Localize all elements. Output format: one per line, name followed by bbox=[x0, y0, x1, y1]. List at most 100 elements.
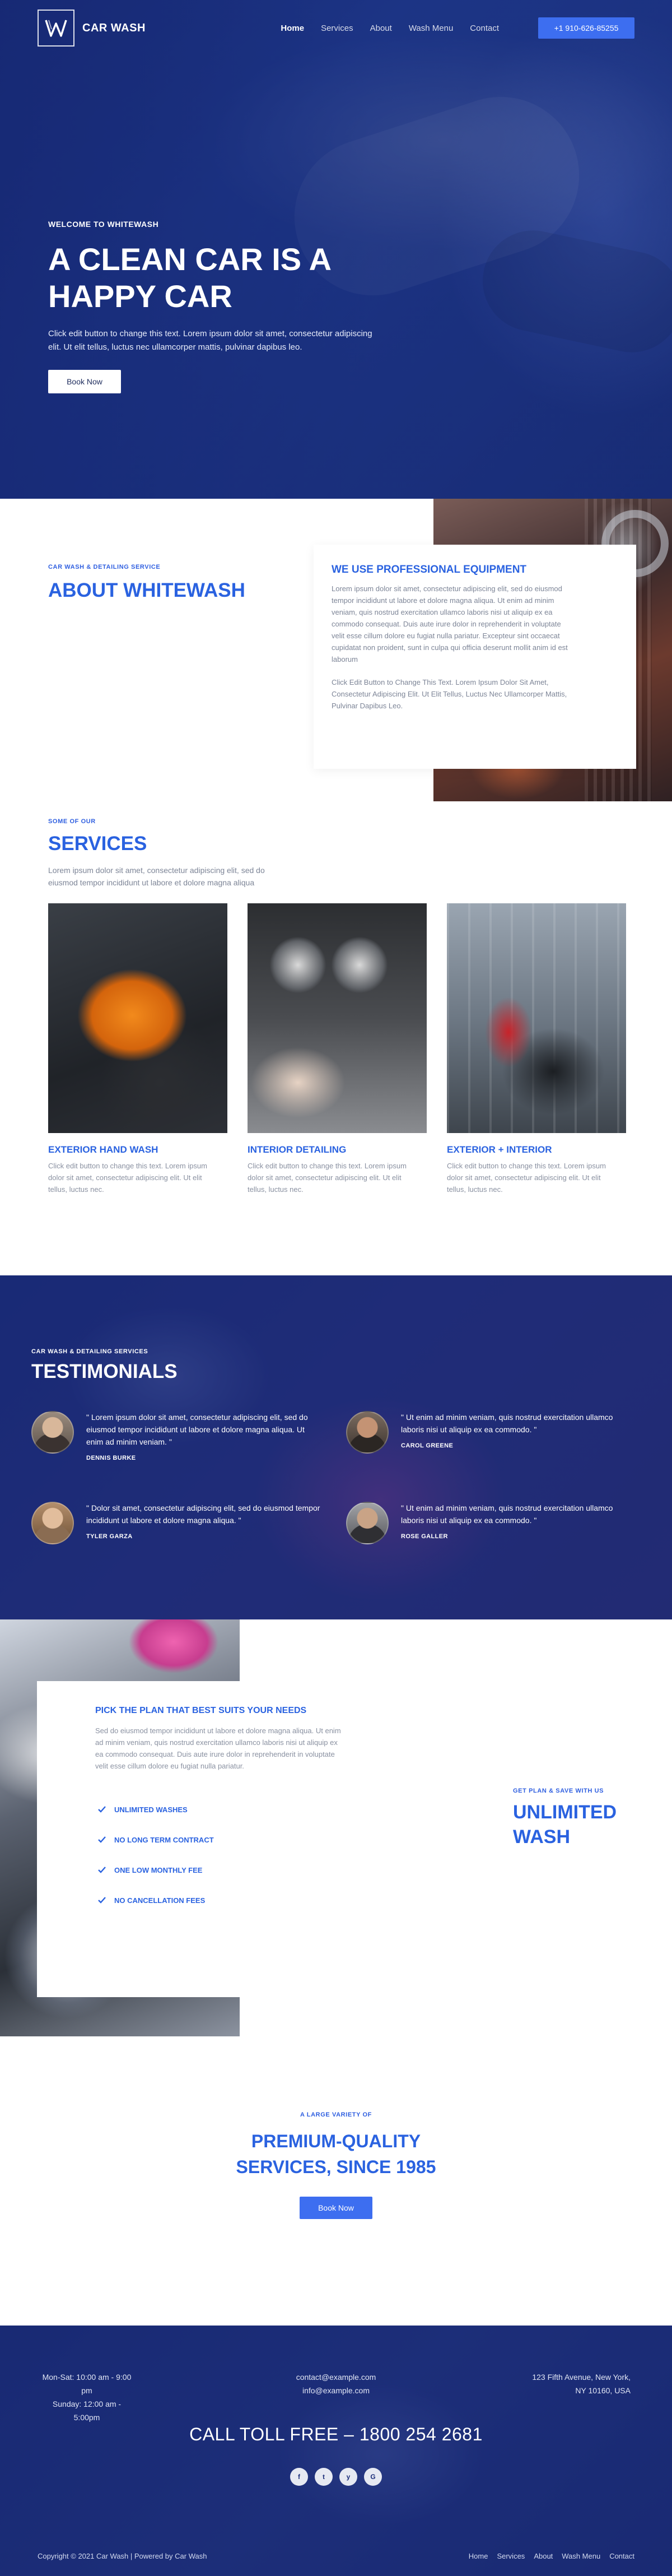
testimonial-body: " Ut enim ad minim veniam, quis nostrud … bbox=[401, 1502, 637, 1544]
premium-section: A LARGE VARIETY OF PREMIUM-QUALITY SERVI… bbox=[0, 2036, 672, 2326]
contact-emails: contact@example.com info@example.com bbox=[284, 2370, 388, 2397]
testimonial-author: CAROL GREENE bbox=[401, 1442, 454, 1449]
services-intro: Lorem ipsum dolor sit amet, consectetur … bbox=[48, 866, 265, 887]
nav-about[interactable]: About bbox=[370, 24, 392, 33]
email-link[interactable]: info@example.com bbox=[284, 2384, 388, 2397]
service-name: EXTERIOR + INTERIOR bbox=[447, 1144, 552, 1155]
testimonial-quote: " Ut enim ad minim veniam, quis nostrud … bbox=[401, 1503, 613, 1525]
plans-section: PICK THE PLAN THAT BEST SUITS YOUR NEEDS… bbox=[0, 1619, 672, 2036]
plan-feature: ONE LOW MONTHLY FEE bbox=[97, 1855, 354, 1885]
w-monogram-logo-icon bbox=[38, 10, 74, 47]
plans-side-title: UNLIMITED WASH bbox=[513, 1802, 617, 1848]
premium-eyebrow: A LARGE VARIETY OF bbox=[300, 2111, 372, 2118]
plan-feature-label: UNLIMITED WASHES bbox=[114, 1805, 188, 1814]
nav-wash-menu[interactable]: Wash Menu bbox=[409, 24, 453, 33]
avatar bbox=[31, 1411, 74, 1454]
footer-nav-contact[interactable]: Contact bbox=[609, 2552, 634, 2560]
about-title: ABOUT WHITEWASH bbox=[48, 579, 245, 601]
address: 123 Fifth Avenue, New York, NY 10160, US… bbox=[515, 2370, 631, 2397]
avatar bbox=[31, 1502, 74, 1544]
avatar bbox=[346, 1411, 389, 1454]
hero-content: WELCOME TO WHITEWASH A CLEAN CAR IS A HA… bbox=[48, 220, 407, 393]
service-name: INTERIOR DETAILING bbox=[248, 1144, 347, 1155]
interior-detailing-photo bbox=[248, 903, 427, 1133]
plan-feature-label: NO CANCELLATION FEES bbox=[114, 1896, 206, 1905]
testimonials-title: TESTIMONIALS bbox=[31, 1361, 178, 1382]
check-icon bbox=[97, 1835, 106, 1844]
address-line: NY 10160, USA bbox=[575, 2386, 631, 2395]
testimonials-heading-block: CAR WASH & DETAILING SERVICES TESTIMONIA… bbox=[31, 1348, 178, 1383]
plan-feature: NO LONG TERM CONTRACT bbox=[97, 1825, 354, 1855]
footer-nav-about[interactable]: About bbox=[534, 2552, 553, 2560]
facebook-icon[interactable]: f bbox=[290, 2468, 308, 2486]
footer-nav: Home Services About Wash Menu Contact bbox=[469, 2552, 634, 2560]
about-paragraph: Lorem ipsum dolor sit amet, consectetur … bbox=[332, 584, 568, 663]
services-title: SERVICES bbox=[48, 833, 147, 855]
social-links: f t y G bbox=[0, 2468, 672, 2486]
main-nav: Home Services About Wash Menu Contact +1… bbox=[281, 17, 634, 39]
check-icon bbox=[97, 1896, 106, 1905]
testimonial-body: " Ut enim ad minim veniam, quis nostrud … bbox=[401, 1411, 637, 1454]
testimonials-eyebrow: CAR WASH & DETAILING SERVICES bbox=[31, 1348, 148, 1355]
twitter-icon[interactable]: t bbox=[315, 2468, 333, 2486]
services-eyebrow: SOME OF OUR bbox=[48, 818, 96, 825]
copyright: Copyright © 2021 Car Wash | Powered by C… bbox=[38, 2552, 207, 2560]
service-description: Click edit button to change this text. L… bbox=[48, 1162, 207, 1194]
service-card[interactable]: INTERIOR DETAILING Click edit button to … bbox=[248, 903, 427, 1195]
plans-text: Sed do eiusmod tempor incididunt ut labo… bbox=[95, 1726, 341, 1770]
service-description: Click edit button to change this text. L… bbox=[248, 1162, 407, 1194]
nav-contact[interactable]: Contact bbox=[470, 24, 499, 33]
footer-overlay bbox=[0, 2326, 672, 2576]
site-logo[interactable]: CAR WASH bbox=[38, 10, 146, 47]
footer-nav-home[interactable]: Home bbox=[469, 2552, 488, 2560]
nav-home[interactable]: Home bbox=[281, 24, 304, 33]
plan-feature: UNLIMITED WASHES bbox=[97, 1794, 354, 1825]
testimonial-author: DENNIS BURKE bbox=[86, 1455, 136, 1461]
service-card[interactable]: EXTERIOR HAND WASH Click edit button to … bbox=[48, 903, 227, 1195]
testimonial-author: ROSE GALLER bbox=[401, 1533, 448, 1540]
testimonial-item: " Ut enim ad minim veniam, quis nostrud … bbox=[346, 1502, 637, 1544]
testimonial-quote: " Lorem ipsum dolor sit amet, consectetu… bbox=[86, 1413, 308, 1446]
service-card[interactable]: EXTERIOR + INTERIOR Click edit button to… bbox=[447, 903, 626, 1195]
phone-button[interactable]: +1 910-626-85255 bbox=[538, 17, 634, 39]
plans-card: PICK THE PLAN THAT BEST SUITS YOUR NEEDS… bbox=[37, 1681, 354, 1997]
about-card-heading: WE USE PROFESSIONAL EQUIPMENT bbox=[332, 564, 527, 575]
hero-section: CAR WASH Home Services About Wash Menu C… bbox=[0, 0, 672, 499]
book-now-button[interactable]: Book Now bbox=[48, 370, 121, 393]
testimonial-body: " Dolor sit amet, consectetur adipiscing… bbox=[86, 1502, 323, 1544]
yelp-icon[interactable]: y bbox=[339, 2468, 357, 2486]
opening-hours: Mon-Sat: 10:00 am - 9:00 pm Sunday: 12:0… bbox=[39, 2370, 134, 2424]
about-paragraph: Click Edit Button to Change This Text. L… bbox=[332, 678, 567, 710]
about-eyebrow: CAR WASH & DETAILING SERVICE bbox=[48, 564, 161, 570]
nav-services[interactable]: Services bbox=[321, 24, 353, 33]
plans-side-eyebrow: GET PLAN & SAVE WITH US bbox=[513, 1788, 604, 1794]
book-now-button[interactable]: Book Now bbox=[300, 2197, 372, 2219]
top-navbar: CAR WASH Home Services About Wash Menu C… bbox=[0, 0, 672, 56]
plans-side-heading: GET PLAN & SAVE WITH US UNLIMITED WASH bbox=[513, 1788, 647, 1849]
footer-nav-wash-menu[interactable]: Wash Menu bbox=[562, 2552, 600, 2560]
footer-nav-services[interactable]: Services bbox=[497, 2552, 525, 2560]
testimonials-section: CAR WASH & DETAILING SERVICES TESTIMONIA… bbox=[0, 1275, 672, 1619]
testimonial-quote: " Dolor sit amet, consectetur adipiscing… bbox=[86, 1503, 320, 1525]
about-section: CAR WASH & DETAILING SERVICE ABOUT WHITE… bbox=[0, 499, 672, 813]
service-grid: EXTERIOR HAND WASH Click edit button to … bbox=[48, 903, 626, 1195]
plan-feature: NO CANCELLATION FEES bbox=[97, 1885, 354, 1915]
plans-heading: PICK THE PLAN THAT BEST SUITS YOUR NEEDS bbox=[95, 1706, 307, 1715]
testimonial-item: " Ut enim ad minim veniam, quis nostrud … bbox=[346, 1411, 637, 1454]
hours-line: Mon-Sat: 10:00 am - 9:00 pm bbox=[42, 2373, 132, 2395]
services-section: SOME OF OUR SERVICES Lorem ipsum dolor s… bbox=[0, 801, 672, 1275]
exterior-interior-photo bbox=[447, 903, 626, 1133]
hero-eyebrow: WELCOME TO WHITEWASH bbox=[48, 220, 159, 229]
footer-bottom-bar: Copyright © 2021 Car Wash | Powered by C… bbox=[38, 2552, 634, 2560]
testimonial-item: " Dolor sit amet, consectetur adipiscing… bbox=[31, 1502, 323, 1544]
service-name: EXTERIOR HAND WASH bbox=[48, 1144, 158, 1155]
check-icon bbox=[97, 1805, 106, 1814]
about-card: WE USE PROFESSIONAL EQUIPMENT Lorem ipsu… bbox=[314, 545, 636, 769]
plan-feature-label: ONE LOW MONTHLY FEE bbox=[114, 1865, 203, 1874]
address-line: 123 Fifth Avenue, New York, bbox=[532, 2373, 631, 2382]
testimonial-author: TYLER GARZA bbox=[86, 1533, 133, 1540]
plan-feature-label: NO LONG TERM CONTRACT bbox=[114, 1835, 214, 1844]
google-icon[interactable]: G bbox=[364, 2468, 382, 2486]
email-link[interactable]: contact@example.com bbox=[284, 2370, 388, 2384]
service-description: Click edit button to change this text. L… bbox=[447, 1162, 606, 1194]
